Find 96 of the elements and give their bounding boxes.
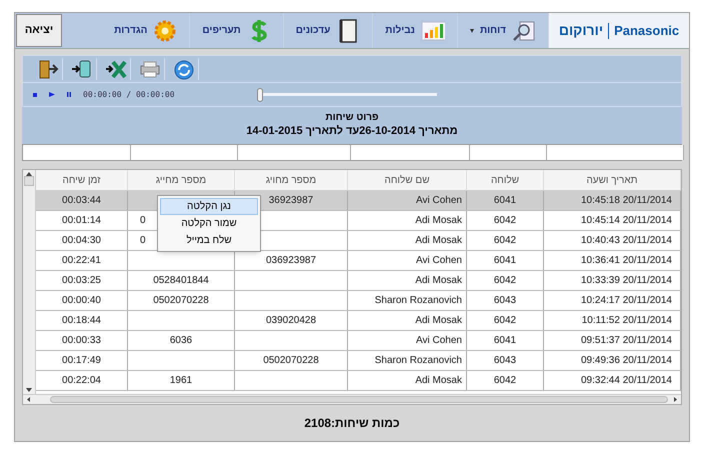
table-cell-text: 6042 [494,234,516,248]
table-row[interactable]: 00:18:44 039020428 Adi Mosak 6042 10:11:52 20/11/2014 [36,311,681,331]
pause-icon[interactable] [67,92,71,97]
table-cell-text: 1961 [170,374,192,388]
call-count: כמות שיחות:2108 [304,415,400,432]
table-cell-text: 00:04:30 [62,234,101,248]
table-cell-text: 10:36:41 20/11/2014 [580,254,672,268]
horizontal-scrollbar[interactable] [23,394,681,404]
column-header: שלוחה [467,170,544,190]
table-cell-text: 6041 [494,254,516,268]
vertical-scrollbar[interactable] [23,170,36,394]
table-cell-text: Avi Cohen [416,254,462,268]
scroll-right-icon[interactable] [674,397,677,402]
table-cell-text: 6042 [494,374,516,388]
scroll-down-icon[interactable] [26,388,32,392]
table-cell-text: 6042 [494,214,516,228]
table-cell-text: 00:00:40 [62,294,101,308]
table-cell-text: Adi Mosak [415,234,462,248]
table-cell-text: 6043 [494,294,516,308]
table-cell-text: 09:51:37 20/11/2014 [580,334,672,348]
printer-icon [138,58,160,80]
menu-item[interactable]: נבילות [373,13,458,48]
table-cell-text: Adi Mosak [415,214,462,228]
table-cell-text: 00:18:44 [62,314,101,328]
menu-item[interactable]: דוחות [458,13,549,48]
scroll-left-icon[interactable] [27,397,30,402]
play-icon[interactable] [49,92,55,97]
table-cell-text: 0 [140,234,146,248]
table-row[interactable]: 00:03:25 0528401844 Adi Mosak 6042 10:33:39 20/11/2014 [36,271,681,291]
menu-item[interactable]: עדכונים [284,13,374,48]
bar-chart-icon [420,18,445,42]
table-cell-text: 10:45:14 20/11/2014 [580,214,672,228]
logo-brand: Panasonic [614,22,680,40]
menu-item[interactable]: תעריפים [190,13,284,48]
table-cell-text: 0 [140,214,146,228]
date-range: מתאריך 26-10-2014עד לתאריך 14-01-2015 [246,124,458,139]
table-cell-text: 00:22:04 [62,374,101,388]
table-cell-text: Adi Mosak [415,314,462,328]
seek-slider[interactable] [257,88,437,102]
table-cell-text: 09:32:44 20/11/2014 [580,374,672,388]
table-cell-text: 039020428 [266,314,316,328]
table-row[interactable]: 00:22:41 036923987 Avi Cohen 6041 10:36:41 20/11/2014 [36,251,681,271]
table-row[interactable]: 00:22:04 1961 Adi Mosak 6042 09:32:44 20/11/2014 [36,371,681,391]
table-cell-text: 036923987 [266,254,316,268]
table-cell-text: 10:33:39 20/11/2014 [580,274,672,288]
report-title: פרוט שיחות [325,112,379,125]
logo-hebrew: יורוקום [558,21,604,40]
column-header: זמן שיחה [36,170,128,190]
menu-option[interactable]: נגן הקלטה [160,198,258,215]
table-cell-text: 6042 [494,274,516,288]
table-cell-text: 0528401844 [153,274,209,288]
table-cell-text: 6041 [494,334,516,348]
column-header: מספר מחויג [235,170,348,190]
playback-time: 00:00:00 / 00:00:00 [83,88,176,100]
table-cell-text: 0502070228 [153,294,209,308]
exit-button[interactable]: יציאה [16,14,62,47]
excel-icon [104,58,126,80]
table-cell-text: 10:45:18 20/11/2014 [580,194,672,208]
scroll-thumb[interactable] [24,176,34,186]
door-exit-icon [36,58,58,80]
table-row[interactable]: 00:00:40 0502070228 Sharon Rozanovich 6043 10:24:17 20/11/2014 [36,291,681,311]
menu-item[interactable]: הגדרות [102,13,190,48]
table-cell-text: 10:24:17 20/11/2014 [580,294,672,308]
table-cell-text: 00:03:44 [62,194,101,208]
table-cell-text: 6036 [170,334,192,348]
table-cell-text: Adi Mosak [415,374,462,388]
table-cell-text: 10:40:43 20/11/2014 [580,234,672,248]
table-cell-text: Avi Cohen [416,194,462,208]
table-row[interactable]: 00:17:49 0502070228 Sharon Rozanovich 6043 09:49:36 20/11/2014 [36,351,681,371]
table-cell-text: 00:00:33 [62,334,101,348]
table-cell-text: 6042 [494,314,516,328]
table-row[interactable]: 00:00:33 6036 Avi Cohen 6041 09:51:37 20/11/2014 [36,331,681,351]
table-cell-text: 6041 [494,194,516,208]
column-header: תאריך ושעה [544,170,681,190]
table-cell-text: Adi Mosak [415,274,462,288]
menu-option[interactable]: שמור הקלטה [160,215,258,232]
column-header: מספר מחייג [128,170,235,190]
table-cell-text: Sharon Rozanovich [374,294,462,308]
phone-import-icon [70,58,92,80]
magnifier-document-icon [512,18,536,42]
table-cell-text: 09:49:36 20/11/2014 [580,354,672,368]
column-header: שם שלוחה [348,170,467,190]
table-cell-text: 00:17:49 [62,354,101,368]
menu-option[interactable]: שלח במייל [160,232,258,249]
table-cell-text: Avi Cohen [416,334,462,348]
refresh-icon [172,58,194,80]
table-cell-text: 0502070228 [263,354,319,368]
table-cell-text: 00:03:25 [62,274,101,288]
table-cell-text: 00:01:14 [62,214,101,228]
table-cell-text: 00:22:41 [62,254,101,268]
table-cell-text: Sharon Rozanovich [374,354,462,368]
gear-icon [153,18,178,42]
table-cell-text: 10:11:52 20/11/2014 [582,314,672,328]
table-cell-text: 6043 [494,354,516,368]
stop-icon[interactable] [33,92,37,96]
table-cell-text: 36923987 [268,194,314,208]
